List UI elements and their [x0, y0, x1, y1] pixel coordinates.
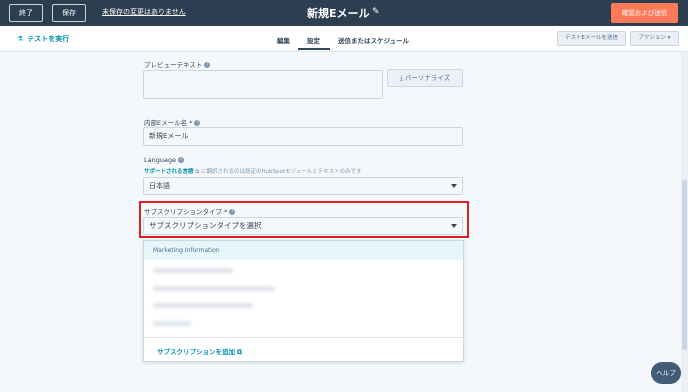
save-button[interactable]: 保存 — [52, 4, 86, 22]
add-subscription-link[interactable]: サブスクリプションを追加 ⧉ — [157, 346, 242, 357]
flask-icon: ⚗ — [17, 35, 24, 43]
tab-edit[interactable]: 編集 — [277, 35, 290, 45]
add-subscription-label: サブスクリプションを追加 — [157, 348, 235, 356]
subscription-type-select[interactable]: サブスクリプションタイプを選択 — [143, 217, 463, 235]
pencil-icon[interactable]: ✎ — [372, 7, 380, 17]
unsaved-status-link[interactable]: 未保存の変更はありません — [102, 7, 186, 17]
test-run-button[interactable]: ⚗ テストを実行 — [17, 34, 69, 44]
caret-down-icon — [451, 184, 457, 188]
internal-name-label-text: 内部Eメール名 — [144, 119, 188, 127]
personalize-label: パーソナライズ — [404, 74, 451, 82]
internal-name-label: 内部Eメール名 * i — [144, 117, 201, 127]
external-link-icon: ⧉ — [193, 169, 201, 175]
dropdown-group-header: Marketing Information — [144, 241, 463, 260]
review-and-send-button[interactable]: 確認および送信 — [611, 3, 678, 23]
language-help-text: サポートされる言語 ⧉ に翻訳されるのは既定のHubSpotモジュールとテキスト… — [144, 167, 362, 176]
external-link-icon: ⧉ — [235, 348, 242, 356]
blurred-option[interactable] — [153, 268, 233, 273]
required-mark: * — [224, 208, 228, 216]
subscription-label: サブスクリプションタイプ * i — [144, 206, 236, 216]
preview-text-textarea[interactable] — [143, 70, 383, 99]
language-label-text: Language — [144, 156, 177, 164]
chevron-down-icon: ▾ — [667, 35, 671, 41]
personalize-button[interactable]: ⤓ パーソナライズ — [387, 69, 463, 87]
supported-languages-link[interactable]: サポートされる言語 — [144, 169, 194, 175]
blurred-option[interactable] — [153, 321, 191, 326]
tab-send-or-schedule[interactable]: 送信またはスケジュール — [338, 35, 409, 45]
info-icon[interactable]: i — [204, 62, 211, 68]
test-run-label: テストを実行 — [27, 35, 70, 43]
language-select[interactable]: 日本語 — [143, 177, 463, 195]
required-mark: * — [189, 119, 193, 127]
subscription-dropdown-menu: Marketing Information サブスクリプションを追加 ⧉ — [143, 240, 464, 362]
info-icon[interactable]: i — [194, 120, 201, 126]
preview-text-label-text: プレビューテキスト — [144, 61, 203, 69]
caret-down-icon — [451, 224, 457, 228]
preview-text-label: プレビューテキスト i — [144, 59, 211, 69]
language-label: Language i — [144, 156, 185, 164]
scrollbar-thumb[interactable] — [682, 180, 687, 350]
download-icon: ⤓ — [399, 74, 403, 82]
language-selected-value: 日本語 — [149, 182, 170, 190]
exit-button[interactable]: 終了 — [9, 4, 43, 22]
subscription-placeholder: サブスクリプションタイプを選択 — [149, 221, 262, 230]
active-tab-indicator — [298, 48, 330, 50]
email-title: 新規Eメール — [307, 7, 370, 20]
send-test-email-button[interactable]: テストEメールを送信 — [557, 31, 626, 46]
info-icon[interactable]: i — [178, 157, 185, 163]
subscription-label-text: サブスクリプションタイプ — [144, 208, 222, 216]
actions-dropdown-button[interactable]: アクション ▾ — [630, 31, 679, 46]
actions-label: アクション — [638, 35, 666, 41]
internal-name-input[interactable]: 新規Eメール — [143, 127, 463, 146]
language-help-description: に翻訳されるのは既定のHubSpotモジュールとテキストのみです — [200, 169, 362, 175]
help-button[interactable]: ヘルプ — [651, 362, 681, 384]
dropdown-divider — [144, 337, 463, 338]
info-icon[interactable]: i — [229, 209, 236, 215]
blurred-option[interactable] — [153, 286, 275, 291]
tab-settings[interactable]: 設定 — [307, 35, 320, 45]
blurred-option[interactable] — [153, 303, 253, 308]
